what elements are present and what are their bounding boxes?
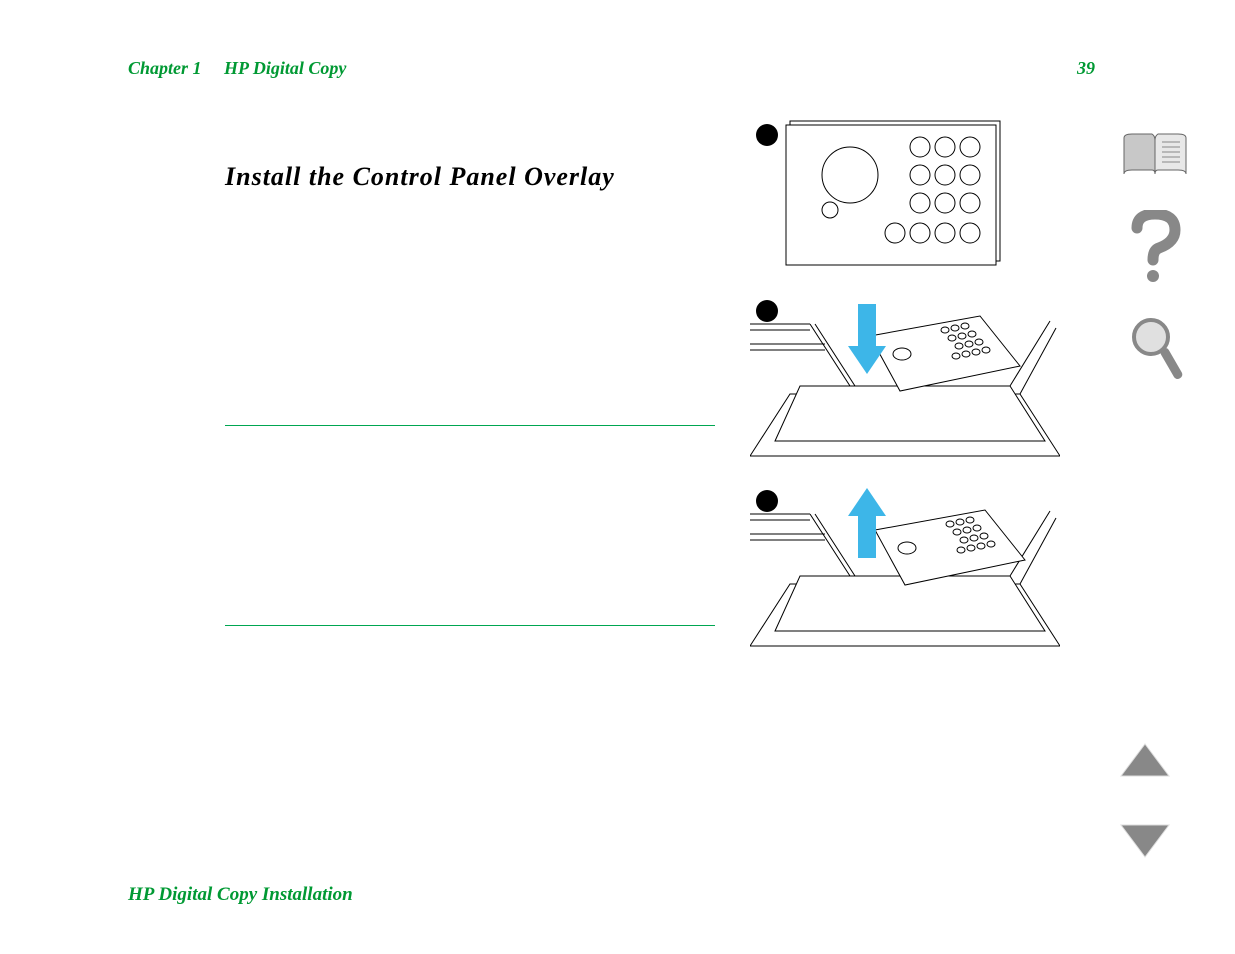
chapter-label: Chapter 1 (128, 58, 202, 78)
page-header: Chapter 1 HP Digital Copy 39 (128, 58, 1095, 79)
diagram-step-3 (750, 486, 1050, 656)
diagram-step-1 (750, 115, 1050, 275)
arrow-up-icon (848, 488, 886, 558)
footer-text: HP Digital Copy Installation (128, 884, 353, 906)
sidebar-toolbar (1115, 130, 1195, 390)
header-left: Chapter 1 HP Digital Copy (128, 58, 346, 79)
step-marker-icon (756, 300, 778, 322)
divider (225, 425, 715, 426)
search-icon[interactable] (1125, 315, 1185, 390)
overlay-illustration (750, 115, 1010, 275)
page-number: 39 (1077, 58, 1095, 79)
page-up-icon[interactable] (1119, 742, 1171, 783)
step-marker-icon (756, 124, 778, 146)
page-down-icon[interactable] (1119, 823, 1171, 864)
book-icon[interactable] (1120, 130, 1190, 180)
install-down-illustration (750, 296, 1060, 466)
help-icon[interactable] (1125, 210, 1185, 285)
page-nav (1115, 742, 1175, 864)
section-label: HP Digital Copy (224, 58, 346, 78)
step-marker-icon (756, 490, 778, 512)
diagram-step-2 (750, 296, 1050, 466)
remove-up-illustration (750, 486, 1060, 656)
page-title: Install the Control Panel Overlay (225, 162, 615, 192)
divider (225, 625, 715, 626)
